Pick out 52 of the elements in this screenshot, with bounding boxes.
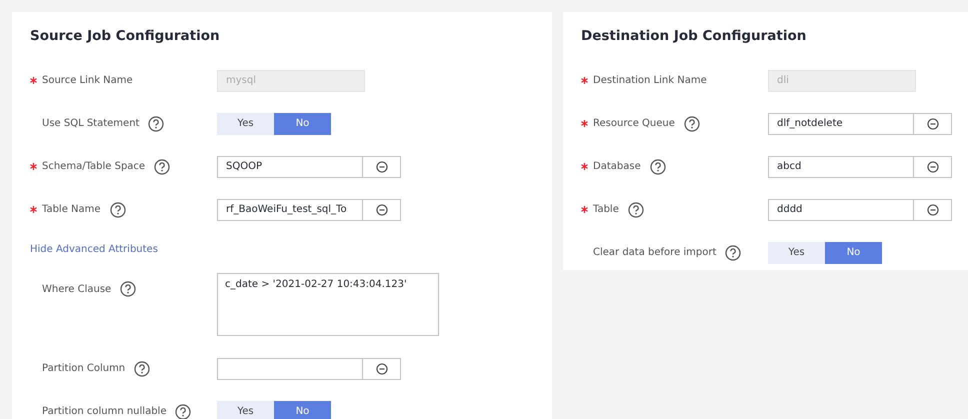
help-icon[interactable] [120, 281, 136, 297]
select-button[interactable] [914, 112, 952, 134]
toggle-option[interactable]: No [825, 242, 882, 264]
minus-circle-icon [926, 118, 938, 130]
field-label: Database [593, 161, 641, 172]
toggle-option[interactable]: Yes [217, 112, 274, 134]
toggle-option[interactable]: Yes [217, 400, 274, 419]
select-button[interactable] [914, 156, 952, 178]
hide-advanced-link[interactable]: Hide Advanced Attributes [30, 244, 158, 254]
link-name-field: mysql [217, 70, 365, 92]
field-label: Use SQL Statement [42, 118, 140, 129]
select-field[interactable]: rf_BaoWeiFu_test_sql_To [217, 198, 363, 220]
field-label: Schema/Table Space [42, 161, 146, 172]
field-label: Table Name [42, 204, 101, 215]
select-field[interactable] [217, 358, 363, 380]
help-icon[interactable] [175, 404, 192, 419]
link-name-field: dli [768, 70, 916, 92]
select-button[interactable] [914, 198, 952, 220]
field-label: Partition column nullable [42, 406, 166, 417]
select-field[interactable]: dddd [768, 198, 914, 220]
field-label: Where Clause [42, 284, 112, 294]
where-clause-field[interactable]: c_date > '2021-02-27 10:43:04.123' [217, 273, 439, 336]
help-icon[interactable] [148, 116, 164, 132]
help-icon[interactable] [134, 360, 150, 376]
minus-circle-icon [376, 160, 388, 172]
field-label: Table [593, 204, 619, 215]
help-icon[interactable] [725, 244, 742, 260]
select-field[interactable]: SQOOP [217, 156, 363, 178]
help-icon[interactable] [650, 158, 666, 174]
minus-circle-icon [376, 362, 388, 374]
select-button[interactable] [363, 156, 401, 178]
toggle-option[interactable]: No [274, 400, 331, 419]
field-label: Resource Queue [593, 118, 675, 129]
minus-circle-icon [926, 204, 938, 216]
help-icon[interactable] [110, 202, 126, 218]
select-field[interactable]: abcd [768, 156, 914, 178]
select-button[interactable] [363, 358, 401, 380]
field-label: Clear data before import [593, 247, 716, 258]
toggle-option[interactable]: No [274, 112, 331, 134]
help-icon[interactable] [684, 116, 700, 132]
select-field[interactable]: dlf_notdelete [768, 112, 914, 134]
field-label: Destination Link Name [593, 75, 707, 86]
help-icon[interactable] [154, 158, 170, 174]
minus-circle-icon [376, 204, 388, 216]
panel-title: Destination Job Configuration [581, 28, 808, 46]
field-label: Source Link Name [42, 75, 133, 86]
panel-title: Source Job Configuration [30, 28, 221, 46]
toggle-option[interactable]: Yes [768, 242, 825, 264]
field-label: Partition Column [42, 363, 126, 374]
select-button[interactable] [363, 198, 401, 220]
minus-circle-icon [926, 160, 938, 172]
help-icon[interactable] [628, 202, 644, 218]
